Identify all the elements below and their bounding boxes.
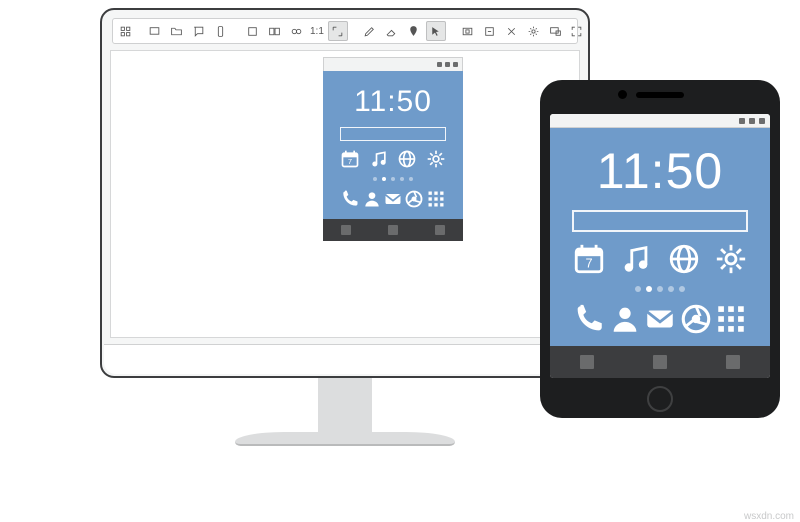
monitor-bezel: [104, 344, 586, 374]
cursor-icon[interactable]: [426, 21, 446, 41]
browser-icon[interactable]: [404, 189, 424, 209]
page-dot[interactable]: [409, 177, 413, 181]
phone-status-bar: [550, 114, 770, 128]
phone-home-button[interactable]: [647, 386, 673, 412]
page-dot[interactable]: [391, 177, 395, 181]
tools-icon[interactable]: [502, 21, 522, 41]
apps-drawer-icon[interactable]: [426, 189, 446, 209]
page-dot[interactable]: [373, 177, 377, 181]
layout-link-icon[interactable]: [286, 21, 306, 41]
page-indicator[interactable]: [635, 286, 685, 292]
status-dot: [739, 118, 745, 124]
desktop-monitor: 1:1: [100, 8, 590, 446]
settings-icon[interactable]: [426, 149, 446, 169]
page-dot-active[interactable]: [382, 177, 386, 181]
phone-home-screen: 11:50: [550, 128, 770, 346]
page-dot[interactable]: [400, 177, 404, 181]
phone-speaker: [636, 92, 684, 98]
page-dot[interactable]: [668, 286, 674, 292]
calendar-icon[interactable]: [572, 242, 606, 276]
nav-back-button[interactable]: [580, 355, 594, 369]
page-dot[interactable]: [635, 286, 641, 292]
emulator-window: 11:50: [323, 57, 463, 241]
music-icon[interactable]: [619, 242, 653, 276]
eraser-icon[interactable]: [382, 21, 402, 41]
zoom-ratio-label[interactable]: 1:1: [308, 26, 326, 37]
pin-icon[interactable]: [404, 21, 424, 41]
page-dot[interactable]: [679, 286, 685, 292]
physical-phone: 11:50: [540, 80, 780, 418]
calendar-icon[interactable]: [340, 149, 360, 169]
layout-split-icon[interactable]: [264, 21, 284, 41]
device-icon[interactable]: [144, 21, 164, 41]
dock-row: [340, 189, 446, 209]
page-dot[interactable]: [657, 286, 663, 292]
monitor-stand-base: [235, 432, 455, 446]
contacts-icon[interactable]: [608, 302, 642, 336]
gear-icon[interactable]: [524, 21, 544, 41]
comment-icon[interactable]: [188, 21, 208, 41]
watermark: wsxdn.com: [744, 511, 794, 522]
globe-icon[interactable]: [667, 242, 701, 276]
settings-icon[interactable]: [714, 242, 748, 276]
phone-home-screen: 11:50: [323, 71, 463, 219]
globe-icon[interactable]: [397, 149, 417, 169]
apps-drawer-icon[interactable]: [714, 302, 748, 336]
phone-frame-icon[interactable]: [210, 21, 230, 41]
page-indicator[interactable]: [373, 177, 413, 181]
nav-home-button[interactable]: [388, 225, 398, 235]
nav-recents-button[interactable]: [726, 355, 740, 369]
clock-widget[interactable]: 11:50: [597, 142, 723, 200]
screenshot-icon[interactable]: [458, 21, 478, 41]
mail-icon[interactable]: [383, 189, 403, 209]
app-row-1: [340, 149, 446, 169]
export-icon[interactable]: [480, 21, 500, 41]
design-canvas[interactable]: 11:50: [110, 50, 580, 338]
window-close-icon[interactable]: [453, 62, 458, 67]
cast-icon[interactable]: [546, 21, 566, 41]
browser-icon[interactable]: [679, 302, 713, 336]
mail-icon[interactable]: [643, 302, 677, 336]
android-navbar: [550, 346, 770, 378]
contacts-icon[interactable]: [362, 189, 382, 209]
status-dot: [759, 118, 765, 124]
emulator-titlebar[interactable]: [323, 57, 463, 71]
folder-icon[interactable]: [166, 21, 186, 41]
status-dot: [749, 118, 755, 124]
editor-toolbar: 1:1: [112, 18, 578, 44]
nav-recents-button[interactable]: [435, 225, 445, 235]
dock-row: [572, 302, 748, 336]
window-min-icon[interactable]: [437, 62, 442, 67]
app-row-1: [572, 242, 748, 276]
phone-screen: 11:50: [550, 114, 770, 378]
phone-camera: [618, 90, 627, 99]
nav-home-button[interactable]: [653, 355, 667, 369]
search-input[interactable]: [340, 127, 446, 141]
phone-icon[interactable]: [340, 189, 360, 209]
phone-icon[interactable]: [572, 302, 606, 336]
clock-widget[interactable]: 11:50: [354, 85, 432, 119]
zoom-fit-icon[interactable]: [328, 21, 348, 41]
fullscreen-icon[interactable]: [570, 21, 583, 41]
android-navbar: [323, 219, 463, 241]
window-max-icon[interactable]: [445, 62, 450, 67]
monitor-screen: 1:1: [100, 8, 590, 378]
page-dot-active[interactable]: [646, 286, 652, 292]
nav-back-button[interactable]: [341, 225, 351, 235]
layout-single-icon[interactable]: [242, 21, 262, 41]
music-icon[interactable]: [369, 149, 389, 169]
search-input[interactable]: [572, 210, 748, 232]
pencil-icon[interactable]: [360, 21, 380, 41]
apps-grid-icon[interactable]: [119, 21, 132, 41]
monitor-stand-neck: [318, 376, 372, 432]
